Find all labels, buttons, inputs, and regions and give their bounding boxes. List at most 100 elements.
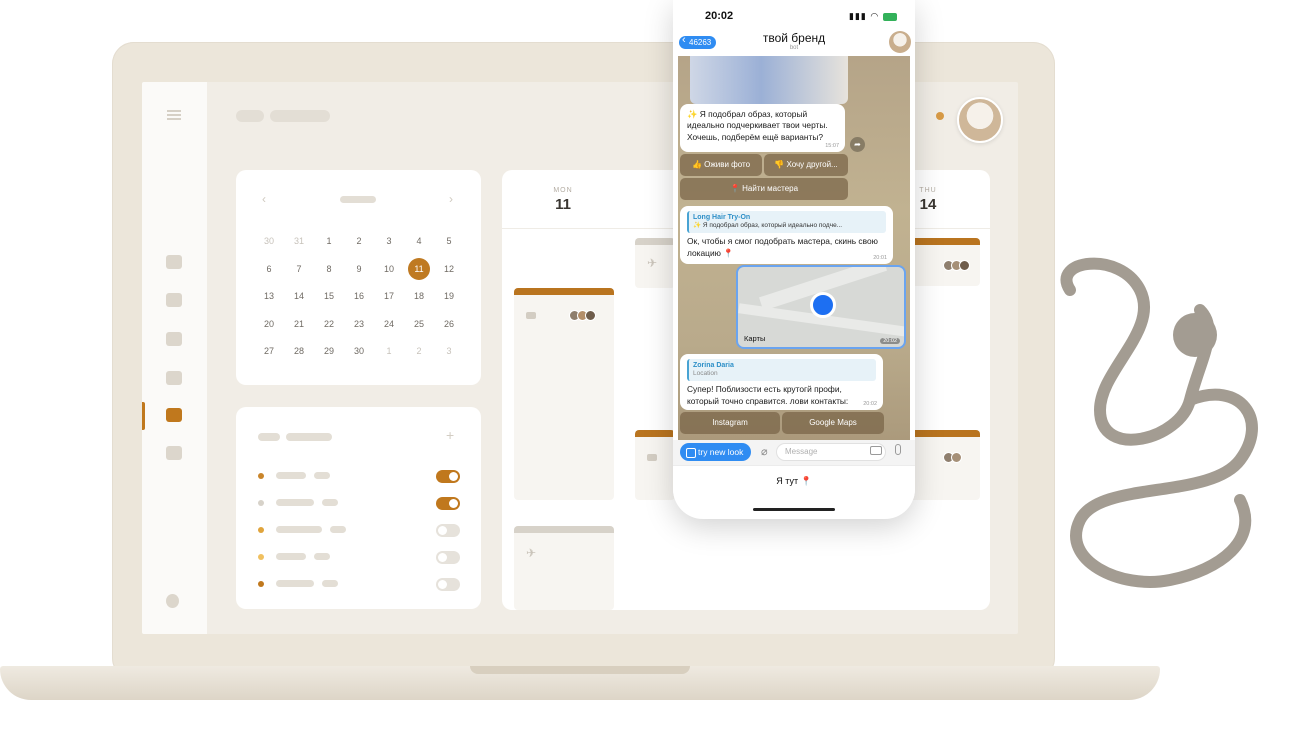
schedule-event[interactable]: ✈ [514,526,614,610]
schedule-event[interactable] [514,288,614,500]
documents-icon[interactable] [166,332,182,346]
location-map[interactable]: Карты 20:02 [736,265,906,349]
calendar-day[interactable]: 5 [434,230,464,252]
calendar-day[interactable]: 24 [374,313,404,335]
reply-quote[interactable]: Long Hair Try-On ✨ Я подобрал образ, кот… [687,211,886,234]
calendar-day[interactable]: 19 [434,285,464,307]
wallet-icon[interactable] [166,371,182,385]
calendar-day[interactable]: 25 [404,313,434,335]
schedule-event[interactable] [635,430,675,500]
filter-toggle[interactable] [436,470,460,483]
another-look-button[interactable]: 👎 Хочу другой... [764,154,848,176]
calendar-day[interactable]: 4 [404,230,434,252]
filter-toggle[interactable] [436,497,460,510]
animate-photo-button[interactable]: 👍 Оживи фото [680,154,762,176]
calendar-day[interactable]: 29 [314,340,344,362]
calendar-day[interactable]: 16 [344,285,374,307]
filter-label-placeholder [276,499,314,506]
calendar-day[interactable]: 11 [408,257,430,280]
prev-month-button[interactable]: ‹ [262,192,266,206]
home-icon[interactable] [166,255,182,269]
message-time: 20:02 [880,338,900,344]
message-text: Супер! Поблизости есть крутогй профи, ко… [687,384,849,406]
calendar-day[interactable]: 3 [434,340,464,362]
calendar-day[interactable]: 17 [374,285,404,307]
notification-dot[interactable] [936,112,944,120]
add-icon[interactable]: + [446,427,454,443]
event-color-bar [635,430,675,437]
gallery-icon[interactable] [166,293,182,307]
calendar-day[interactable]: 14 [284,285,314,307]
generated-photo[interactable] [690,56,848,104]
calendar-day[interactable]: 2 [404,340,434,362]
status-time: 20:02 [705,10,734,22]
filter-toggle[interactable] [436,551,460,564]
location-pin-icon [810,292,836,318]
calendar-day[interactable]: 6 [254,258,284,280]
event-color-bar [635,238,675,245]
filter-color-dot [258,473,264,479]
phone-mockup: 20:02 ▮▮▮ ◠ 46263 твой бренд bot ✨ Я под… [673,0,915,519]
calendar-day[interactable]: 21 [284,313,314,335]
user-avatar[interactable] [957,97,1003,143]
try-new-look-button[interactable]: try new look [680,443,752,461]
calendar-day[interactable]: 30 [254,230,284,252]
calendar-day[interactable]: 28 [284,340,314,362]
share-icon[interactable]: ➦ [850,137,865,152]
wifi-icon: ◠ [870,11,880,21]
instagram-button[interactable]: Instagram [680,412,780,434]
message-time: 20:02 [863,400,877,407]
next-month-button[interactable]: › [449,192,453,206]
day-number[interactable]: 11 [543,196,583,213]
calendar-day[interactable]: 7 [284,258,314,280]
calendar-day[interactable]: 26 [434,313,464,335]
calendar-day[interactable]: 22 [314,313,344,335]
message-text: ✨ Я подобрал образ, который идеально под… [687,109,828,142]
google-maps-button[interactable]: Google Maps [782,412,884,434]
calendar-day[interactable]: 13 [254,285,284,307]
filter-toggle[interactable] [436,578,460,591]
event-color-bar [910,430,980,437]
here-button[interactable]: Я тут 📍 [673,465,915,499]
calendar-day[interactable]: 18 [404,285,434,307]
calendar-day[interactable]: 1 [374,340,404,362]
schedule-event[interactable] [910,430,980,500]
calendar-day[interactable]: 31 [284,230,314,252]
schedule-event[interactable] [910,238,980,286]
event-color-bar [514,288,614,295]
battery-icon [882,12,897,21]
calendar-day[interactable]: 23 [344,313,374,335]
calendar-day[interactable]: 15 [314,285,344,307]
keyboard-icon[interactable] [870,446,882,455]
find-master-button[interactable]: 📍 Найти мастера [680,178,848,200]
filters-title-placeholder [286,433,332,441]
calendar-day[interactable]: 27 [254,340,284,362]
schedule-event[interactable]: ✈ [635,238,675,288]
status-icons: ▮▮▮ ◠ [849,11,897,22]
attach-icon[interactable]: ⌀ [761,445,768,458]
filter-label-placeholder [276,553,306,560]
flight-icon: ✈ [526,546,537,560]
calendar-day[interactable]: 12 [434,258,464,280]
calendar-day[interactable]: 3 [374,230,404,252]
day-label: MON [553,187,573,194]
filter-label-placeholder [322,580,338,587]
filter-label-placeholder [314,553,330,560]
calendar-day[interactable]: 8 [314,258,344,280]
microphone-icon[interactable] [895,444,901,455]
chat-area: ✨ Я подобрал образ, который идеально под… [678,56,910,440]
chat-icon[interactable] [166,446,182,460]
calendar-day[interactable]: 30 [344,340,374,362]
calendar-day[interactable]: 9 [344,258,374,280]
calendar-day[interactable]: 10 [374,258,404,280]
calendar-day[interactable]: 2 [344,230,374,252]
menu-icon[interactable] [167,110,181,120]
filter-toggle[interactable] [436,524,460,537]
filter-color-dot [258,500,264,506]
theme-toggle-icon[interactable] [166,594,179,608]
calendar-day[interactable]: 20 [254,313,284,335]
reply-quote[interactable]: Zorina Daria Location [687,359,876,382]
chat-avatar[interactable] [889,31,911,53]
calendar-icon[interactable] [166,408,182,422]
calendar-day[interactable]: 1 [314,230,344,252]
